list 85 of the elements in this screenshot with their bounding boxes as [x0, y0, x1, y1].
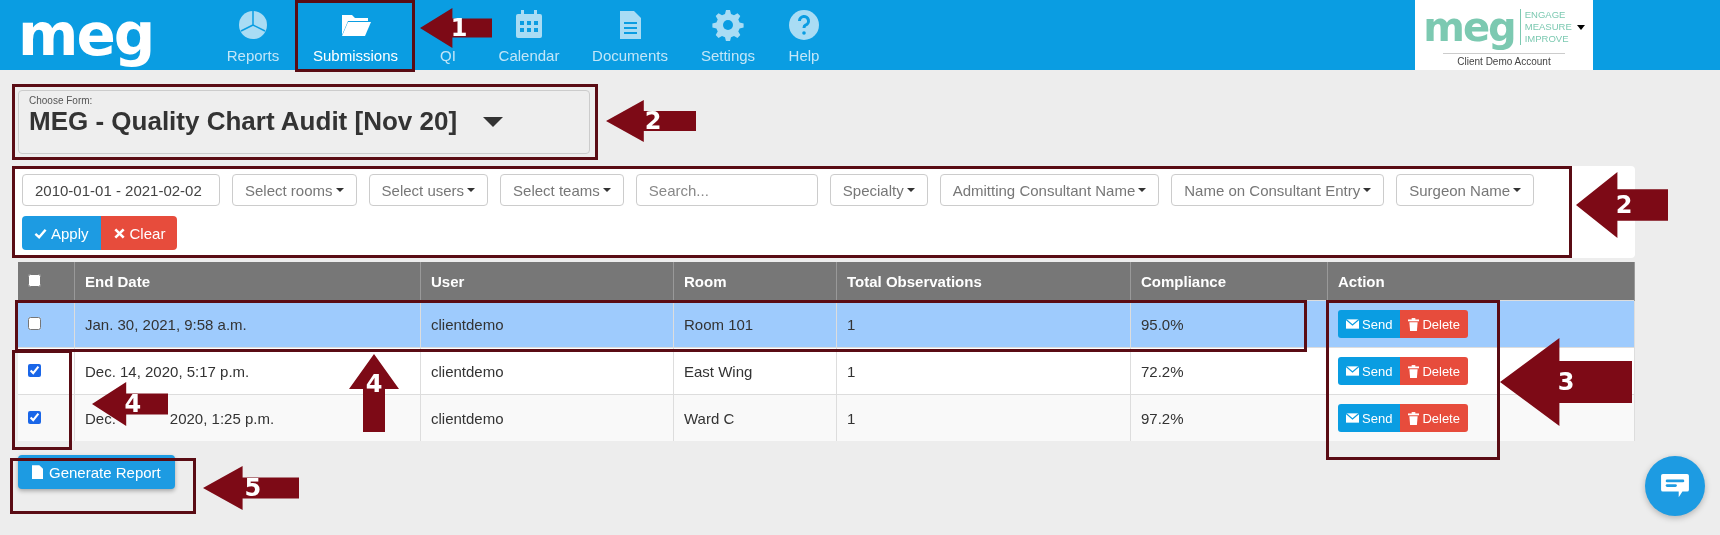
callout-arrow [420, 8, 492, 48]
document-icon [32, 465, 43, 479]
table-cell: East Wing [673, 347, 837, 395]
filter-dropdown[interactable]: Select rooms [232, 174, 357, 206]
row-checkbox[interactable] [28, 363, 41, 377]
table-cell: 72.2% [1130, 347, 1328, 395]
delete-button[interactable]: Delete [1400, 357, 1468, 385]
tagline-text: MEASURE [1524, 21, 1572, 33]
select-all-checkbox[interactable] [28, 273, 41, 287]
envelope-icon [1346, 366, 1359, 376]
chat-icon [1660, 473, 1690, 499]
nav-tab[interactable]: Help [773, 0, 835, 70]
tagline-text: IMPROVE [1524, 33, 1570, 45]
table-cell: Jan. 30, 2021, 9:58 a.m. [85, 315, 247, 333]
nav-tab[interactable]: Documents [577, 0, 683, 70]
field-label: Choose Form: [29, 95, 94, 106]
nav-tab[interactable]: Submissions [296, 0, 415, 70]
filter-dropdown[interactable]: Surgeon Name [1396, 174, 1535, 206]
column-header: Total Observations [836, 262, 1131, 301]
settings-icon [712, 9, 744, 41]
brand-logo[interactable]: meg [0, 0, 210, 70]
send-button[interactable]: Send [1338, 310, 1401, 338]
callout-number: 2 [644, 107, 662, 135]
column-header: User [420, 262, 674, 301]
send-button[interactable]: Send [1338, 357, 1401, 385]
envelope-icon [1346, 319, 1359, 329]
trash-icon [1408, 364, 1420, 378]
help-icon [788, 9, 820, 41]
table-cell: 2020, 1:25 p.m. [169, 409, 275, 427]
table-cell: clientdemo [420, 394, 674, 441]
callout-number: 2 [1615, 191, 1633, 219]
trash-icon [1408, 317, 1420, 331]
table-cell: 95.0% [1130, 300, 1328, 348]
close-icon [112, 226, 126, 240]
table-cell: Dec. [85, 409, 116, 427]
row-checkbox[interactable] [28, 410, 41, 424]
nav-tab[interactable]: Calendar [494, 0, 564, 70]
account-logo: meg [1423, 4, 1515, 50]
date-range-field[interactable]: 2010-01-01 - 2021-02-02 [22, 174, 220, 206]
caret-icon [1576, 24, 1585, 30]
envelope-icon [1346, 413, 1359, 423]
filter-dropdown[interactable]: Specialty [829, 174, 928, 206]
table-cell: Ward C [673, 394, 837, 441]
chat-button[interactable] [1645, 456, 1705, 516]
table-cell: 97.2% [1130, 394, 1328, 441]
column-header: End Date [74, 262, 421, 301]
form-chooser[interactable]: Choose Form: MEG - Quality Chart Audit [Nov 20] [18, 90, 590, 154]
table-cell: clientdemo [420, 300, 674, 348]
nav-tab[interactable]: QI [428, 45, 468, 70]
table-cell: clientdemo [420, 347, 674, 395]
search-field[interactable]: Search... [635, 174, 818, 206]
delete-button[interactable]: Delete [1400, 404, 1468, 432]
table-cell: 1 [836, 394, 1131, 441]
table-cell: Dec. 14, 2020, 5:17 p.m. [85, 362, 250, 380]
generate-report-button[interactable]: Generate Report [18, 455, 175, 489]
nav-tab[interactable]: Reports [210, 0, 296, 70]
apply-button[interactable]: Apply [22, 216, 101, 250]
column-header: Compliance [1130, 262, 1328, 301]
form-name: MEG - Quality Chart Audit [Nov 20] [29, 106, 458, 137]
table-row[interactable]: Jan. 30, 2021, 9:58 a.m. clientdemo Room 101 1 95.0% Send Delete [18, 300, 1635, 348]
callout-number: 5 [244, 474, 262, 502]
column-header: Room [673, 262, 837, 301]
filter-dropdown[interactable]: Select users [368, 174, 489, 206]
table-cell: 1 [836, 300, 1131, 348]
callout-number: 3 [1557, 368, 1575, 396]
pie-chart-icon [237, 9, 269, 41]
caret-icon [483, 116, 504, 127]
nav-tab[interactable]: Settings [683, 0, 773, 70]
filter-dropdown[interactable]: Admitting Consultant Name [939, 174, 1160, 206]
delete-button[interactable]: Delete [1400, 310, 1468, 338]
tagline-text: ENGAGE [1524, 9, 1567, 21]
row-checkbox[interactable] [28, 316, 41, 330]
account-menu[interactable]: meg ENGAGE MEASURE IMPROVE Client Demo Account [1415, 0, 1593, 70]
callout-number: 1 [450, 14, 468, 42]
table-cell: Room 101 [673, 300, 837, 348]
trash-icon [1408, 411, 1420, 425]
calendar-icon [513, 9, 545, 41]
filter-dropdown[interactable]: Name on Consultant Entry [1171, 174, 1385, 206]
send-button[interactable]: Send [1338, 404, 1401, 432]
clear-button[interactable]: Clear [100, 216, 178, 250]
account-name: Client Demo Account [1443, 53, 1565, 67]
filter-dropdown[interactable]: Select teams [500, 174, 624, 206]
column-header: Action [1327, 262, 1635, 301]
table-cell: 1 [836, 347, 1131, 395]
check-icon [34, 226, 47, 240]
